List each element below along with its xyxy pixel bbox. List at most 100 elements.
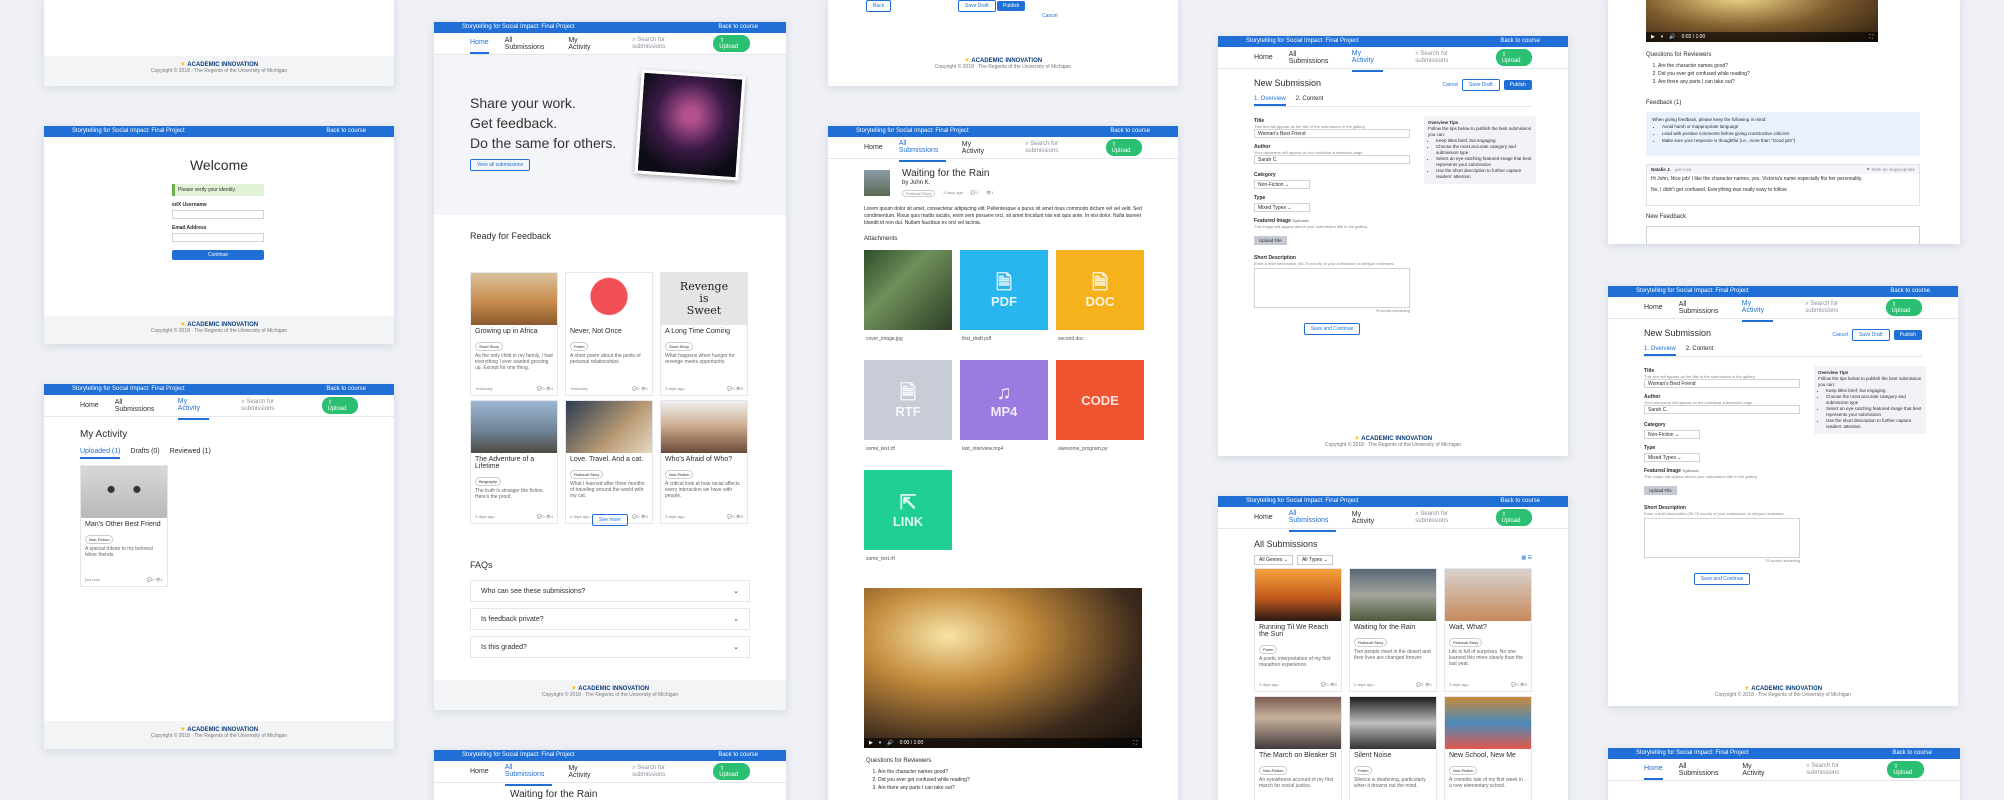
submission-card[interactable]: Never, Not Once Poem A short poem about … [565, 272, 653, 396]
attachment-link[interactable]: ⇱ LINK [864, 470, 952, 550]
nav-my-activity[interactable]: My Activity [568, 759, 600, 785]
faq-item[interactable]: Who can see these submissions? ⌄ [470, 580, 750, 602]
attachment-mp4[interactable]: ♫ MP4 [960, 360, 1048, 440]
search-input[interactable]: ⌕ Search for submissions [1025, 141, 1089, 154]
pause-icon[interactable]: ⏸ [1661, 34, 1664, 40]
nav-my-activity[interactable]: My Activity [568, 31, 600, 57]
attachment-pdf[interactable]: 🗎 PDF [960, 250, 1048, 330]
author-input[interactable]: Sarah C. [1644, 405, 1800, 414]
nav-my-activity[interactable]: My Activity [962, 135, 994, 161]
publish-button[interactable]: Publish [1893, 330, 1922, 340]
play-icon[interactable]: ▶ [869, 740, 873, 746]
submission-card[interactable]: Waiting for the Rain Fictional Story Two… [1349, 568, 1437, 692]
nav-home[interactable]: Home [1644, 298, 1663, 317]
attachment-rtf[interactable]: 🗎 RTF [864, 360, 952, 440]
nav-home[interactable]: Home [1254, 508, 1273, 527]
nav-all-submissions[interactable]: All Submissions [1289, 45, 1336, 71]
see-more-button[interactable]: See more [592, 514, 628, 526]
search-input[interactable]: ⌕ Search for submissions [1415, 51, 1479, 64]
upload-file-button[interactable]: Upload File [1644, 486, 1677, 495]
upload-button[interactable]: ⇧ Upload [321, 397, 358, 414]
tab-uploaded[interactable]: Uploaded (1) [80, 448, 121, 459]
nav-all-submissions[interactable]: All Submissions [898, 134, 946, 162]
type-select[interactable]: Mixed Types ⌄ [1254, 203, 1310, 212]
title-input[interactable]: Woman's Best Friend [1254, 129, 1410, 138]
nav-my-activity[interactable]: My Activity [1742, 757, 1774, 783]
back-to-course-link[interactable]: Back to course [326, 126, 366, 137]
nav-home[interactable]: Home [864, 138, 883, 157]
attachment-img[interactable] [864, 250, 952, 330]
nav-home[interactable]: Home [1644, 759, 1663, 780]
cancel-link[interactable]: Cancel [1042, 13, 1058, 19]
nav-home[interactable]: Home [470, 762, 489, 781]
volume-icon[interactable]: 🔊 [887, 740, 893, 746]
save-continue-button[interactable]: Save and Continue [1693, 573, 1751, 585]
fullscreen-icon[interactable]: ⛶ [1133, 740, 1137, 746]
video-player[interactable]: ▶ ⏸ 🔊 0:00 / 1:00 ⛶ [864, 588, 1142, 748]
tab-reviewed[interactable]: Reviewed (1) [170, 448, 211, 459]
flag-link[interactable]: ⚑ Mark as inappropriate [1866, 166, 1915, 173]
type-select[interactable]: All Types ⌄ [1296, 555, 1333, 565]
fullscreen-icon[interactable]: ⛶ [1869, 34, 1873, 40]
submission-card[interactable]: Growing up in Africa Short Story As the … [470, 272, 558, 396]
submission-card[interactable]: Running Til We Reach the Sun Poem A poet… [1254, 568, 1342, 692]
tab-overview[interactable]: 1. Overview [1254, 96, 1286, 106]
publish-button[interactable]: Publish [997, 1, 1026, 11]
save-draft-button[interactable]: Save Draft [958, 0, 996, 12]
submission-card[interactable]: Wait, What? Fictional Story Life is full… [1444, 568, 1532, 692]
back-to-course-link[interactable]: Back to course [1892, 748, 1932, 759]
genre-select[interactable]: All Genres ⌄ [1254, 555, 1293, 565]
upload-button[interactable]: ⇧ Upload [713, 35, 750, 52]
tab-overview[interactable]: 1. Overview [1644, 346, 1676, 356]
nav-home[interactable]: Home [1254, 48, 1273, 67]
tab-content[interactable]: 2. Content [1686, 346, 1714, 356]
nav-all-submissions[interactable]: All Submissions [504, 758, 553, 786]
tab-drafts[interactable]: Drafts (0) [130, 448, 159, 459]
description-textarea[interactable] [1254, 268, 1410, 308]
nav-home[interactable]: Home [470, 33, 489, 54]
cancel-link[interactable]: Cancel [1442, 82, 1458, 88]
back-to-course-link[interactable]: Back to course [1500, 36, 1540, 47]
submission-card[interactable]: Silent Noise Poem Silence is deafening, … [1349, 696, 1437, 800]
search-input[interactable]: ⌕ Search for submissions [241, 399, 305, 412]
back-to-course-link[interactable]: Back to course [718, 22, 758, 33]
back-to-course-link[interactable]: Back to course [1110, 126, 1150, 137]
tab-content[interactable]: 2. Content [1296, 96, 1324, 106]
author-input[interactable]: Sarah C. [1254, 155, 1410, 164]
back-to-course-link[interactable]: Back to course [718, 750, 758, 761]
search-input[interactable]: ⌕ Search for submissions [1806, 763, 1871, 776]
search-input[interactable]: ⌕ Search for submissions [632, 37, 697, 50]
volume-icon[interactable]: 🔊 [1669, 34, 1675, 40]
submission-card[interactable]: Revenge is Sweet A Long Time Coming Short … [660, 272, 748, 396]
search-input[interactable]: ⌕ Search for submissions [1805, 301, 1869, 314]
nav-my-activity[interactable]: My Activity [177, 392, 210, 420]
save-draft-button[interactable]: Save Draft [1461, 79, 1500, 91]
new-feedback-input[interactable] [1646, 226, 1920, 244]
save-continue-button[interactable]: Save and Continue [1303, 323, 1361, 335]
back-to-course-link[interactable]: Back to course [1890, 286, 1930, 297]
submission-card[interactable]: The Adventure of a Lifetime Biography Th… [470, 400, 558, 524]
faq-item[interactable]: Is feedback private? ⌄ [470, 608, 750, 630]
nav-my-activity[interactable]: My Activity [1352, 505, 1384, 531]
category-select[interactable]: Non-Fiction ⌄ [1254, 180, 1310, 189]
nav-all-submissions[interactable]: All Submissions [115, 393, 162, 419]
search-input[interactable]: ⌕ Search for submissions [632, 765, 697, 778]
upload-button[interactable]: ⇧ Upload [1495, 49, 1532, 66]
cancel-link[interactable]: Cancel [1832, 332, 1848, 338]
nav-my-activity[interactable]: My Activity [1741, 294, 1774, 322]
publish-button[interactable]: Publish [1503, 80, 1532, 90]
upload-button[interactable]: ⇧ Upload [1887, 761, 1924, 778]
grid-view-icon[interactable]: ▦ ☰ [1521, 555, 1532, 565]
category-select[interactable]: Non-Fiction ⌄ [1644, 430, 1700, 439]
upload-button[interactable]: ⇧ Upload [1885, 299, 1922, 316]
submission-card[interactable]: New School, New Me Non-Fiction A comedic… [1444, 696, 1532, 800]
attachment-code[interactable]: CODE [1056, 360, 1144, 440]
back-button[interactable]: Back [866, 0, 892, 12]
submission-card[interactable]: Who's Afraid of Who? Non-Fiction A criti… [660, 400, 748, 524]
search-input[interactable]: ⌕ Search for submissions [1415, 511, 1479, 524]
nav-all-submissions[interactable]: All Submissions [505, 31, 553, 57]
faq-item[interactable]: Is this graded? ⌄ [470, 636, 750, 658]
video-player[interactable]: ▶ ⏸ 🔊 0:02 / 1:00 ⛶ [1646, 0, 1878, 42]
play-icon[interactable]: ▶ [1651, 34, 1655, 40]
submission-card[interactable]: Love. Travel. And a cat. Fictional Story… [565, 400, 653, 524]
